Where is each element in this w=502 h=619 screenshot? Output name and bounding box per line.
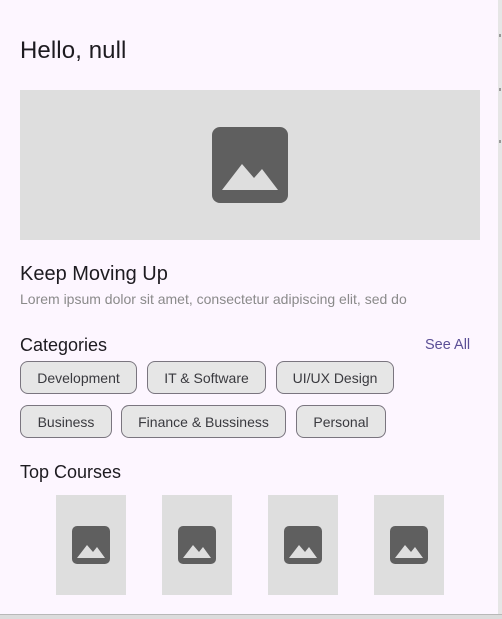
category-chip-finance[interactable]: Finance & Bussiness xyxy=(121,405,286,438)
banner-image xyxy=(20,90,480,240)
see-all-link[interactable]: See All xyxy=(425,337,470,353)
top-courses-title: Top Courses xyxy=(20,462,122,482)
category-chip-it-software[interactable]: IT & Software xyxy=(147,361,266,394)
status-strip xyxy=(0,614,502,619)
category-chip-business[interactable]: Business xyxy=(20,405,112,438)
greeting-title: Hello, null xyxy=(20,37,127,64)
image-placeholder-icon xyxy=(72,526,110,564)
intro-title: Keep Moving Up xyxy=(20,263,168,285)
image-placeholder-icon xyxy=(178,526,216,564)
category-chip-uiux-design[interactable]: UI/UX Design xyxy=(276,361,394,394)
window-edge xyxy=(498,0,502,619)
category-chip-development[interactable]: Development xyxy=(20,361,137,394)
image-placeholder-icon xyxy=(212,127,288,203)
course-card-2[interactable] xyxy=(162,495,232,595)
edge-mark xyxy=(499,88,501,91)
image-placeholder-icon xyxy=(390,526,428,564)
course-card-1[interactable] xyxy=(56,495,126,595)
image-placeholder-icon xyxy=(284,526,322,564)
edge-mark xyxy=(499,140,501,143)
course-card-3[interactable] xyxy=(268,495,338,595)
intro-subtitle: Lorem ipsum dolor sit amet, consectetur … xyxy=(20,291,407,307)
categories-title: Categories xyxy=(20,335,108,355)
edge-mark xyxy=(499,34,501,37)
category-chip-personal[interactable]: Personal xyxy=(296,405,386,438)
app-screen: Hello, null Keep Moving Up Lorem ipsum d… xyxy=(0,0,498,615)
course-card-4[interactable] xyxy=(374,495,444,595)
